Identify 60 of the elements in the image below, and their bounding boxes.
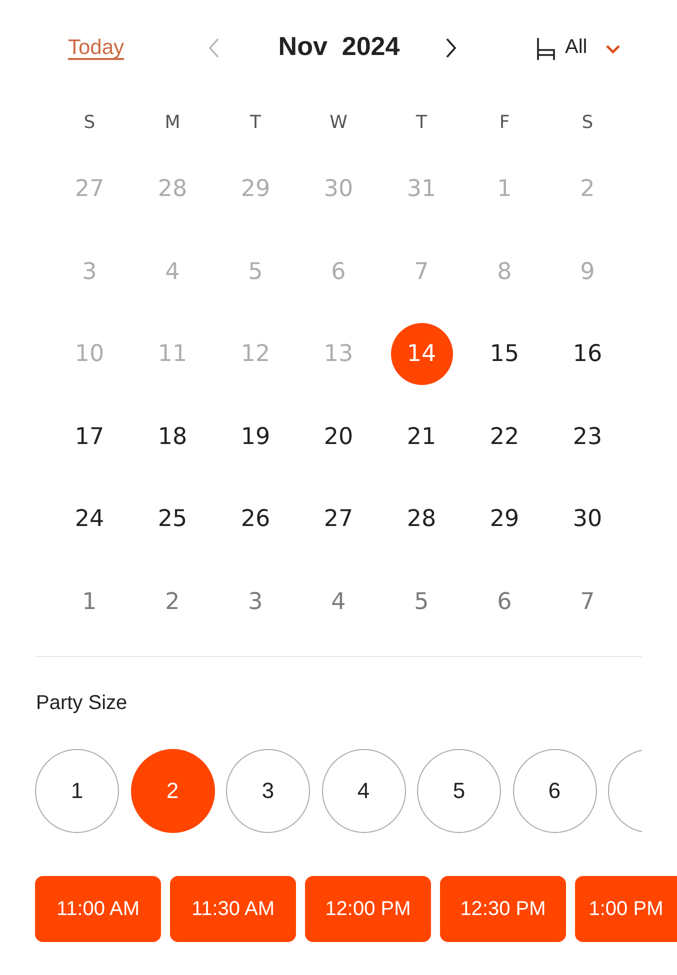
filter-label[interactable]: All [565, 36, 588, 59]
calendar-day: 31 [390, 158, 452, 220]
calendar-day: 8 [474, 240, 536, 303]
party-size-option[interactable]: 4 [322, 749, 406, 833]
party-size-option[interactable]: 1 [35, 749, 119, 833]
calendar-day[interactable]: 28 [390, 488, 452, 550]
calendar-day: 28 [142, 158, 204, 220]
calendar-day: 3 [224, 570, 286, 633]
weekday-label: T [249, 110, 262, 134]
calendar-day: 3 [58, 240, 120, 303]
calendar-day[interactable]: 17 [58, 406, 120, 468]
calendar-day: 5 [390, 570, 452, 633]
calendar-day[interactable]: 26 [224, 488, 286, 550]
calendar-day[interactable]: 30 [556, 488, 618, 550]
calendar-day: 11 [142, 323, 204, 386]
calendar-day: 12 [224, 323, 286, 386]
caret-icon[interactable] [605, 44, 621, 54]
weekday-label: S [580, 110, 594, 134]
calendar-day: 27 [58, 158, 120, 220]
calendar-day[interactable]: 21 [390, 406, 452, 468]
today-link[interactable]: Today [68, 36, 124, 60]
calendar-day: 6 [308, 240, 370, 303]
calendar-day: 9 [556, 240, 618, 303]
party-size-option[interactable]: 3 [226, 749, 310, 833]
weekday-label: T [415, 110, 428, 134]
calendar-day: 2 [142, 570, 204, 633]
party-size-option[interactable]: 6 [512, 749, 596, 833]
calendar-day: 7 [390, 240, 452, 303]
calendar-day[interactable]: 22 [474, 406, 536, 468]
weekday-label: M [164, 110, 182, 134]
calendar-day: 5 [224, 240, 286, 303]
calendar-day: 1 [474, 158, 536, 220]
weekday-label: W [328, 110, 348, 134]
calendar-day: 6 [474, 570, 536, 633]
calendar-day[interactable]: 16 [556, 323, 618, 386]
calendar-day: 10 [58, 323, 120, 386]
calendar-day: 4 [142, 240, 204, 303]
calendar-day[interactable]: 29 [474, 488, 536, 550]
calendar-day: 1 [58, 570, 120, 633]
calendar-day: 2 [556, 158, 618, 220]
weekday-label: F [498, 110, 511, 134]
calendar-day[interactable]: 20 [308, 406, 370, 468]
calendar-day[interactable]: 19 [224, 406, 286, 468]
month-title: Nov 2024 [277, 31, 401, 62]
calendar-day[interactable]: 27 [308, 488, 370, 550]
calendar-day[interactable]: 15 [474, 323, 536, 386]
calendar-day: 29 [224, 158, 286, 220]
calendar-day[interactable]: 25 [142, 488, 204, 550]
weekday-label: S [82, 110, 96, 134]
calendar-day: 30 [308, 158, 370, 220]
calendar-day: 13 [308, 323, 370, 386]
calendar-day: 7 [556, 570, 618, 633]
calendar-day: 4 [308, 570, 370, 633]
party-size-option[interactable]: 5 [417, 749, 501, 833]
calendar-day[interactable]: 23 [556, 406, 618, 468]
calendar-day[interactable]: 24 [58, 488, 120, 550]
calendar-day[interactable]: 18 [142, 406, 204, 468]
bed-icon [536, 37, 556, 61]
next-month-icon[interactable] [445, 37, 457, 59]
section-label: Party Size [36, 692, 128, 715]
